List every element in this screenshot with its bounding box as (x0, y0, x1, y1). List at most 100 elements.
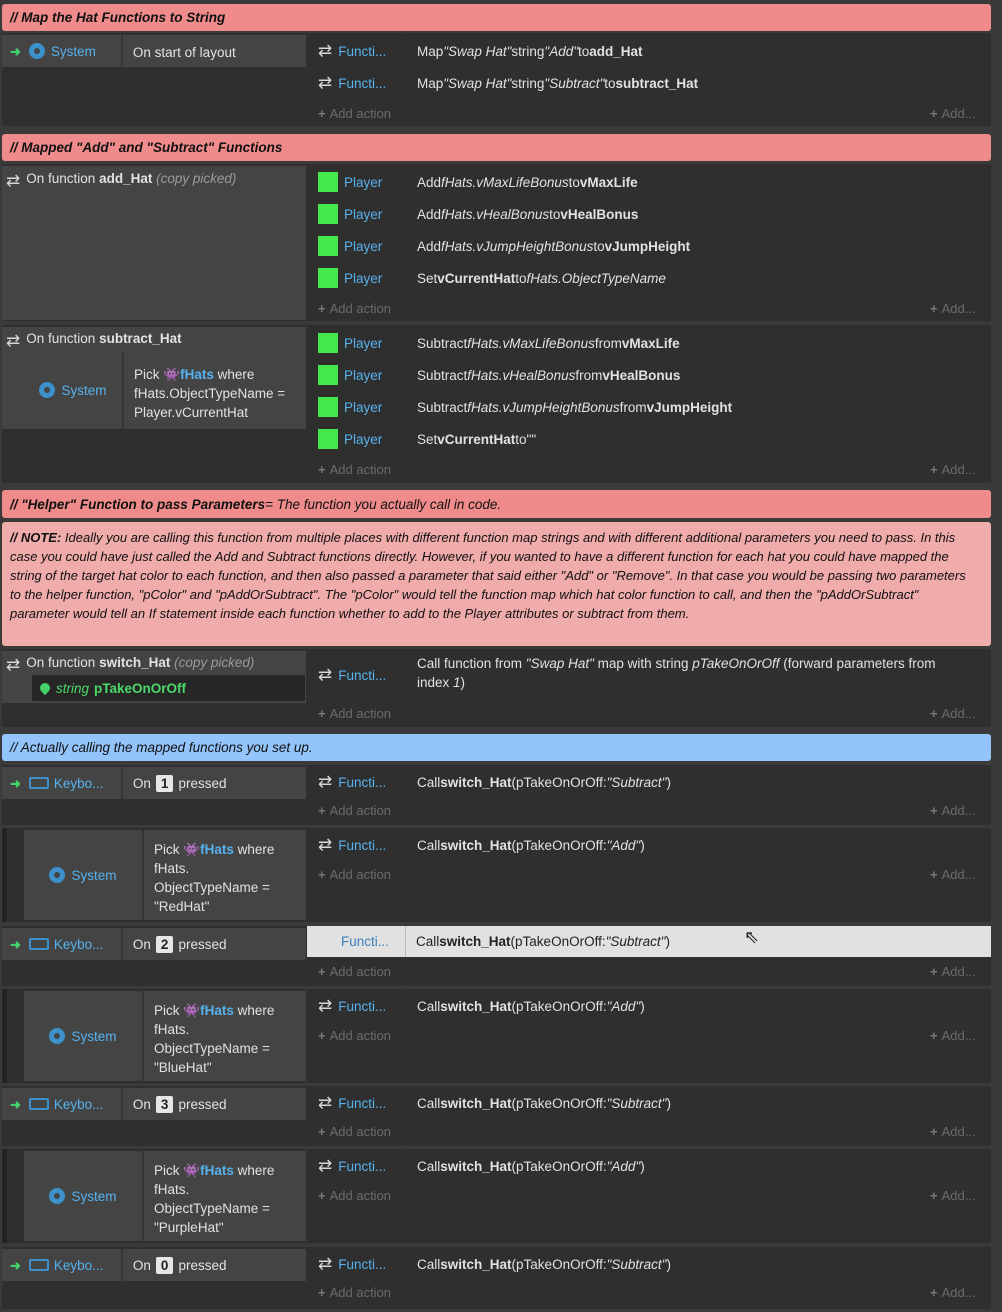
functions-label: Functi... (338, 667, 387, 683)
action-call-subtract-0[interactable]: ⇄ Functi... Call switch_Hat (pTakeOnOrOff… (308, 1249, 991, 1279)
add-button[interactable]: + Add... (930, 462, 976, 477)
add-action-button[interactable]: + Add action (318, 1188, 391, 1203)
functions-object[interactable]: ⇄ Functi... (308, 835, 406, 855)
player-object[interactable]: Player (308, 172, 406, 192)
keyboard-object[interactable]: Keybo... (28, 1088, 123, 1120)
condition-key-3[interactable]: ➜ Keybo... On 3 pressed (2, 1088, 306, 1120)
action-subtract-jump[interactable]: Player Subtract fHats.vJumpHeightBonus f… (308, 391, 991, 423)
condition-key-0[interactable]: ➜ Keybo... On 0 pressed (2, 1249, 306, 1281)
functions-object[interactable]: ⇄ Functi... (308, 1254, 406, 1274)
action-map-subtract[interactable]: ⇄ Functi... Map "Swap Hat" string "Subtra… (308, 67, 991, 99)
keyboard-object[interactable]: Keybo... (28, 767, 123, 799)
add-action-button[interactable]: + Add action (318, 301, 391, 316)
action-clear-currenthat[interactable]: Player Set vCurrentHat to "" (308, 423, 991, 455)
function-parameter[interactable]: string pTakeOnOrOff (32, 675, 305, 701)
player-sprite-icon (318, 172, 338, 192)
player-object[interactable]: Player (308, 365, 406, 385)
action-set-currenthat[interactable]: Player Set vCurrentHat to fHats.ObjectTy… (308, 262, 991, 294)
add-button[interactable]: + Add... (930, 803, 976, 818)
action-subtract-maxlife[interactable]: Player Subtract fHats.vMaxLifeBonus from… (308, 327, 991, 359)
functions-object[interactable]: ⇄ Functi... (308, 996, 406, 1016)
action-add-heal[interactable]: Player Add fHats.vHealBonus to vHealBonu… (308, 198, 991, 230)
condition-pick-purplehat[interactable]: System Pick 👾fHats where fHats. ObjectType… (24, 1151, 306, 1241)
system-object[interactable]: System (28, 35, 123, 67)
action-call-subtract-2-selected[interactable]: Functi... Call switch_Hat (pTakeOnOrOff:… (307, 926, 991, 957)
add-action-button[interactable]: + Add action (318, 462, 391, 477)
player-object[interactable]: Player (308, 429, 406, 449)
player-object[interactable]: Player (308, 204, 406, 224)
comment-note[interactable]: // NOTE: Ideally you are calling this fu… (2, 522, 991, 646)
system-object[interactable]: System (24, 830, 144, 920)
functions-object[interactable]: ⇄ Functi... (308, 73, 406, 93)
functions-object[interactable]: ⇄ Functi... (308, 1093, 406, 1113)
add-button[interactable]: + Add... (930, 1124, 976, 1139)
comment-helper-function[interactable]: // "Helper" Function to pass Parameters … (2, 490, 991, 518)
keyboard-object[interactable]: Keybo... (28, 928, 123, 960)
add-action-button[interactable]: + Add action (318, 706, 391, 721)
action-call-function-map[interactable]: ⇄ Functi... Call function from "Swap Hat"… (308, 648, 991, 702)
action-subtract-heal[interactable]: Player Subtract fHats.vHealBonus from vH… (308, 359, 991, 391)
condition-pick-fhats[interactable]: System Pick 👾fHats where fHats.ObjectType… (2, 351, 306, 429)
action-call-add-purple[interactable]: ⇄ Functi... Call switch_Hat (pTakeOnOrOff… (308, 1151, 991, 1181)
add-button[interactable]: + Add... (930, 964, 976, 979)
functions-object[interactable]: ⇄ Functi... (308, 1156, 406, 1176)
function-name: subtract_Hat (99, 331, 182, 346)
comment-mapped-functions[interactable]: // Mapped "Add" and "Subtract" Functions (2, 134, 991, 161)
add-button[interactable]: + Add... (930, 706, 976, 721)
comment-text: // Mapped "Add" and "Subtract" Functions (10, 140, 283, 155)
system-object[interactable]: System (24, 351, 124, 429)
functions-label: Functi... (338, 774, 387, 790)
condition-on-function-add-hat[interactable]: ⇄ On function add_Hat (copy picked) (2, 166, 306, 320)
player-sprite-icon (318, 397, 338, 417)
functions-label: Functi... (338, 998, 387, 1014)
functions-object[interactable]: ⇄ Functi... (308, 665, 406, 685)
condition-start-of-layout[interactable]: ➜ System On start of layout (2, 35, 306, 67)
add-button[interactable]: + Add... (930, 301, 976, 316)
player-object[interactable]: Player (308, 333, 406, 353)
add-action-button[interactable]: + Add action (318, 964, 391, 979)
add-action-button[interactable]: + Add action (318, 803, 391, 818)
add-action-button[interactable]: + Add action (318, 1028, 391, 1043)
player-object[interactable]: Player (308, 397, 406, 417)
function-map-icon: ⇄ (318, 996, 333, 1015)
action-map-add[interactable]: ⇄ Functi... Map "Swap Hat" string "Add" t… (308, 35, 991, 67)
functions-object[interactable]: ⇄ Functi... (308, 41, 406, 61)
add-button[interactable]: + Add... (930, 867, 976, 882)
player-object[interactable]: Player (308, 268, 406, 288)
system-label: System (50, 43, 96, 59)
condition-key-1[interactable]: ➜ Keybo... On 1 pressed (2, 767, 306, 799)
add-action-label: Add action (329, 1028, 392, 1043)
keyboard-label: Keybo... (53, 1257, 104, 1273)
event-arrow-icon: ➜ (10, 776, 21, 791)
system-object[interactable]: System (24, 991, 144, 1081)
action-call-subtract-3[interactable]: ⇄ Functi... Call switch_Hat (pTakeOnOrOff… (308, 1088, 991, 1118)
action-call-add-blue[interactable]: ⇄ Functi... Call switch_Hat (pTakeOnOrOff… (308, 991, 991, 1021)
comment-actually-calling[interactable]: // Actually calling the mapped functions… (2, 734, 991, 761)
action-call-add-red[interactable]: ⇄ Functi... Call switch_Hat (pTakeOnOrOff… (308, 830, 991, 860)
system-object[interactable]: System (24, 1151, 144, 1241)
condition-key-2[interactable]: ➜ Keybo... On 2 pressed (2, 928, 306, 960)
action-add-jump[interactable]: Player Add fHats.vJumpHeightBonus to vJu… (308, 230, 991, 262)
player-object[interactable]: Player (308, 236, 406, 256)
comment-map-hat-functions[interactable]: // Map the Hat Functions to String (2, 4, 991, 31)
condition-pick-bluehat[interactable]: System Pick 👾fHats where fHats. ObjectType… (24, 991, 306, 1081)
add-action-button[interactable]: + Add action (318, 1285, 391, 1300)
add-action-button[interactable]: + Add action (318, 867, 391, 882)
condition-pick-redhat[interactable]: System Pick 👾fHats where fHats. ObjectType… (24, 830, 306, 920)
add-button[interactable]: + Add... (930, 106, 976, 121)
add-button[interactable]: + Add... (930, 1028, 976, 1043)
keyboard-object[interactable]: Keybo... (28, 1249, 123, 1281)
add-action-button[interactable]: + Add action (318, 106, 391, 121)
functions-object[interactable]: ⇄ Functi... (308, 772, 406, 792)
gear-icon (49, 867, 66, 883)
functions-label: Functi... (338, 1256, 387, 1272)
functions-object[interactable]: Functi... (307, 934, 405, 949)
add-action-button[interactable]: + Add action (318, 1124, 391, 1139)
add-button[interactable]: + Add... (930, 1188, 976, 1203)
action-add-maxlife[interactable]: Player Add fHats.vMaxLifeBonus to vMaxLi… (308, 166, 991, 198)
action-text: Add fHats.vHealBonus to vHealBonus (406, 198, 638, 230)
action-call-subtract-1[interactable]: ⇄ Functi... Call switch_Hat (pTakeOnOrOff… (308, 767, 991, 797)
add-button[interactable]: + Add... (930, 1285, 976, 1300)
condition-on-function-subtract-hat[interactable]: ⇄ On function subtract_Hat (2, 327, 306, 351)
action-text: Call switch_Hat (pTakeOnOrOff: "Add") (406, 1151, 645, 1181)
